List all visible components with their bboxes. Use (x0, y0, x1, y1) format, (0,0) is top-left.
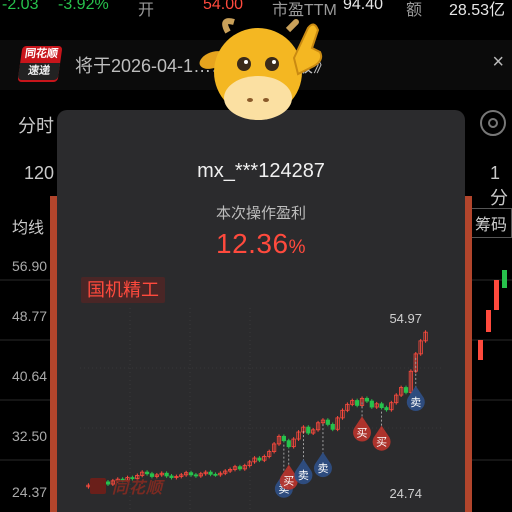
candle (330, 424, 335, 430)
candle (105, 481, 111, 485)
candle (379, 403, 384, 408)
buy-marker: 买 (279, 450, 298, 490)
candle (257, 457, 262, 461)
settings-icon[interactable] (480, 110, 506, 136)
open-value: 54.00 (203, 0, 244, 13)
candle (281, 435, 286, 442)
tab-timeshare[interactable]: 分时 (18, 112, 54, 138)
profit-label: 本次操作盈利 (215, 205, 306, 222)
background-candles (478, 270, 507, 360)
watermark: 同花顺 (112, 480, 164, 497)
trade-label: 买 (376, 436, 387, 449)
candle (355, 400, 360, 406)
period-tab[interactable]: 120 (24, 163, 54, 184)
amount-label: 额 (406, 2, 423, 19)
username: mx_***124287 (197, 160, 325, 182)
candle (364, 397, 370, 402)
candle (237, 466, 243, 470)
profit-value: 12.36 (216, 228, 289, 259)
trade-label: 卖 (317, 462, 328, 475)
trade-label: 买 (283, 475, 294, 488)
candle (369, 400, 374, 408)
candle (169, 475, 174, 478)
logo-icon (90, 478, 106, 494)
close-icon[interactable]: × (492, 51, 504, 74)
trade-label: 卖 (410, 396, 421, 409)
candle (286, 440, 291, 448)
buy-marker: 买 (372, 411, 391, 451)
candle (213, 473, 218, 476)
price-change-pct: -3.92% (58, 0, 109, 13)
candle (208, 471, 213, 475)
profit-value-row: 12.36% (57, 228, 465, 260)
news-badge: 同花顺 速递 (17, 46, 63, 82)
candle (188, 472, 194, 476)
chart-low-label: 24.74 (389, 486, 422, 501)
sell-marker: 卖 (313, 424, 332, 478)
modal-edge-right (464, 196, 472, 512)
indicator-ma[interactable]: 均线 (12, 214, 44, 238)
candle (164, 472, 169, 477)
news-badge-top: 同花顺 (24, 48, 59, 60)
trade-label: 卖 (298, 469, 309, 482)
candle (403, 387, 409, 393)
amount-value: 28.53亿 (449, 2, 506, 19)
open-label: 开 (138, 2, 155, 19)
indicator-chips[interactable]: 筹码 (470, 208, 512, 238)
candle (193, 474, 199, 477)
trade-label: 买 (357, 426, 368, 439)
candle (325, 419, 330, 425)
candle (306, 426, 311, 434)
pe-value: 94.40 (343, 0, 384, 13)
pe-label: 市盈TTM (272, 2, 337, 19)
news-badge-bottom: 速递 (17, 63, 61, 80)
chart-high-label: 54.97 (389, 311, 422, 326)
period-tab-right[interactable]: 1分 (490, 163, 512, 210)
cow-mascot-icon (199, 18, 323, 120)
stock-name-tag: 国机精工 (81, 277, 165, 303)
candle (384, 407, 389, 411)
buy-marker: 买 (353, 402, 372, 442)
price-change: -2.03 (2, 0, 39, 13)
profit-unit: % (288, 237, 306, 258)
